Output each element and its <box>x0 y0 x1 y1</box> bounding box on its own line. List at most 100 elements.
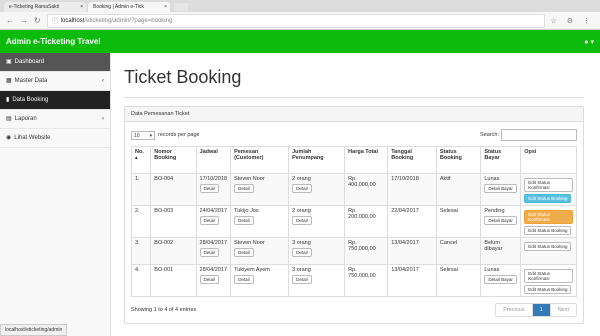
browser-tab-1[interactable]: e-Ticketing RamaSakti × <box>4 2 86 12</box>
col-header[interactable]: Jadwal <box>195 146 232 174</box>
col-header[interactable]: Status Booking <box>435 146 482 174</box>
detail-button[interactable]: Detail <box>292 216 312 225</box>
col-header[interactable]: Harga Total <box>344 146 389 174</box>
cell-status: Selesai <box>435 264 482 297</box>
browser-status-bar: localhost/eticketing/admin <box>0 324 68 336</box>
cell-tanggal: 17/10/2018 <box>387 173 437 206</box>
table-header-row: No. ▴ Nomor Booking Jadwal Pemesan (Cust… <box>130 146 577 174</box>
table-row: 4. BO-001 28/04/2017 Detail Tukiyem Ayem D… <box>130 264 577 297</box>
sidebar-item-label: Master Data <box>14 78 48 84</box>
cell-tanggal: 22/04/2017 <box>387 205 437 238</box>
search-input[interactable] <box>501 129 577 141</box>
tab-close-icon[interactable]: × <box>164 2 167 12</box>
browser-tab-2[interactable]: Booking | Admin e-Tick × <box>88 2 170 12</box>
length-control: 10 ▾ records per page <box>131 130 200 140</box>
sidebar-item-master-data[interactable]: ▦ Master Data ‹ <box>0 72 110 91</box>
detail-button[interactable]: Detail <box>292 184 312 193</box>
cell-status: Cancel <box>435 237 482 265</box>
table-controls: 10 ▾ records per page Search: <box>131 128 577 142</box>
url-input[interactable]: ⓘ localhost/eticketing/admin/?page=booki… <box>46 13 545 28</box>
cell-status: Aktif <box>435 173 482 206</box>
detail-bayar-button[interactable]: Detail Bayar <box>484 184 517 193</box>
detail-button[interactable]: Detail <box>234 275 254 284</box>
edit-status-konfirmasi-button[interactable]: Edit Status Konfirmasi <box>524 269 573 283</box>
cell-opsi: Edit Status Booking <box>520 237 577 265</box>
cell-harga: Rp. 750.000,00 <box>344 237 389 265</box>
detail-button[interactable]: Detail <box>292 248 312 257</box>
col-header[interactable]: Pemesan (Customer) <box>230 146 290 174</box>
table-row: 2. BO-003 24/04/2017 Detail Tukijo Jos Det… <box>130 205 577 238</box>
detail-button[interactable]: Detail <box>199 248 220 257</box>
booking-table: No. ▴ Nomor Booking Jadwal Pemesan (Cust… <box>130 146 577 297</box>
col-header[interactable]: Jumlah Penumpang <box>288 146 346 174</box>
navbar-brand[interactable]: Admin e-Ticketing Travel <box>6 37 101 46</box>
divider <box>124 97 584 98</box>
jadwal-value: 24/04/2017 <box>199 208 228 214</box>
col-header[interactable]: No. ▴ <box>130 146 152 174</box>
detail-bayar-button[interactable]: Detail Bayar <box>484 275 517 284</box>
edit-status-booking-button[interactable]: Edit Status Booking <box>524 242 572 251</box>
cell-harga: Rp. 400.000,00 <box>344 173 389 206</box>
jumlah-value: 2 orang <box>292 176 311 182</box>
bayar-value: Lunas <box>484 176 500 182</box>
col-header[interactable]: Opsi <box>520 146 577 174</box>
col-header[interactable]: Nomor Booking <box>150 146 197 174</box>
reload-icon[interactable]: ↻ <box>34 16 41 25</box>
edit-status-konfirmasi-button[interactable]: Edit Status Konfirmasi <box>524 178 573 192</box>
search-control: Search: <box>480 129 577 141</box>
table-footer: Showing 1 to 4 of 4 entries Previous 1 N… <box>131 303 577 317</box>
cell-jumlah: 2 orang Detail <box>288 205 346 238</box>
new-tab-button[interactable] <box>174 3 188 11</box>
detail-button[interactable]: Detail <box>292 275 312 284</box>
cell-bayar: Lunas Detail Bayar <box>480 264 522 297</box>
cell-jumlah: 3 orang Detail <box>288 264 346 297</box>
detail-button[interactable]: Detail <box>199 216 220 225</box>
detail-button[interactable]: Detail <box>199 275 220 284</box>
pemesan-value: Steven Noor <box>234 240 265 246</box>
tab-close-icon[interactable]: × <box>80 2 83 12</box>
cell-jumlah: 3 orang Detail <box>288 237 346 265</box>
browser-tab-bar: e-Ticketing RamaSakti × Booking | Admin … <box>0 0 600 12</box>
detail-bayar-button[interactable]: Detail Bayar <box>484 216 517 225</box>
url-host: localhost <box>60 17 85 24</box>
edit-status-booking-button[interactable]: Edit Status Booking <box>524 285 572 294</box>
cell-status: Selesai <box>435 205 482 238</box>
jadwal-value: 28/04/2017 <box>199 240 228 246</box>
table-row: 3. BO-002 28/04/2017 Detail Steven Noor De… <box>130 237 577 265</box>
jadwal-value: 17/10/2018 <box>199 176 228 182</box>
edit-status-booking-button[interactable]: Edit Status Booking <box>524 194 572 203</box>
file-icon: ▤ <box>6 116 12 122</box>
panel-body: 10 ▾ records per page Search: No. ▴ Nomo… <box>125 122 583 323</box>
cell-nomor: BO-003 <box>150 205 197 238</box>
sidebar-item-dashboard[interactable]: ▣ Dashboard <box>0 53 110 72</box>
edit-status-konfirmasi-button[interactable]: Edit Status Konfirmasi <box>524 210 573 224</box>
main-content: Ticket Booking Data Pemesanan Ticket 10 … <box>124 53 600 324</box>
col-header[interactable]: Status Bayar <box>480 146 522 174</box>
jumlah-value: 3 orang <box>292 267 311 273</box>
next-button[interactable]: Next <box>551 304 576 316</box>
previous-button[interactable]: Previous <box>496 304 533 316</box>
page-1-button[interactable]: 1 <box>532 304 551 316</box>
back-icon[interactable]: ← <box>6 16 14 25</box>
sidebar-item-data-booking[interactable]: ▮ Data Booking <box>0 91 110 110</box>
jadwal-value: 28/04/2017 <box>199 267 228 273</box>
detail-button[interactable]: Detail <box>234 184 254 193</box>
detail-button[interactable]: Detail <box>234 216 254 225</box>
user-menu[interactable]: ● ▾ <box>584 38 594 46</box>
sidebar-item-lihat-website[interactable]: ◉ Lihat Website <box>0 129 110 148</box>
page-title: Ticket Booking <box>124 67 242 87</box>
edit-status-booking-button[interactable]: Edit Status Booking <box>524 226 572 235</box>
sidebar-item-laporan[interactable]: ▤ Laporan ‹ <box>0 110 110 129</box>
browser-menu-icon[interactable]: ☆ ⚙ ⋮ <box>551 17 594 25</box>
detail-button[interactable]: Detail <box>199 184 220 193</box>
chart-icon: ▮ <box>6 97 10 103</box>
cell-nomor: BO-001 <box>150 264 197 297</box>
col-header[interactable]: Tanggal Booking <box>387 146 437 174</box>
cell-pemesan: Steven Noor Detail <box>230 173 290 206</box>
cell-no: 4. <box>130 264 152 297</box>
forward-icon[interactable]: → <box>20 16 28 25</box>
cell-harga: Rp. 200.000,00 <box>344 205 389 238</box>
records-per-page-select[interactable]: 10 ▾ <box>131 130 155 140</box>
jumlah-value: 3 orang <box>292 240 311 246</box>
detail-button[interactable]: Detail <box>234 248 254 257</box>
